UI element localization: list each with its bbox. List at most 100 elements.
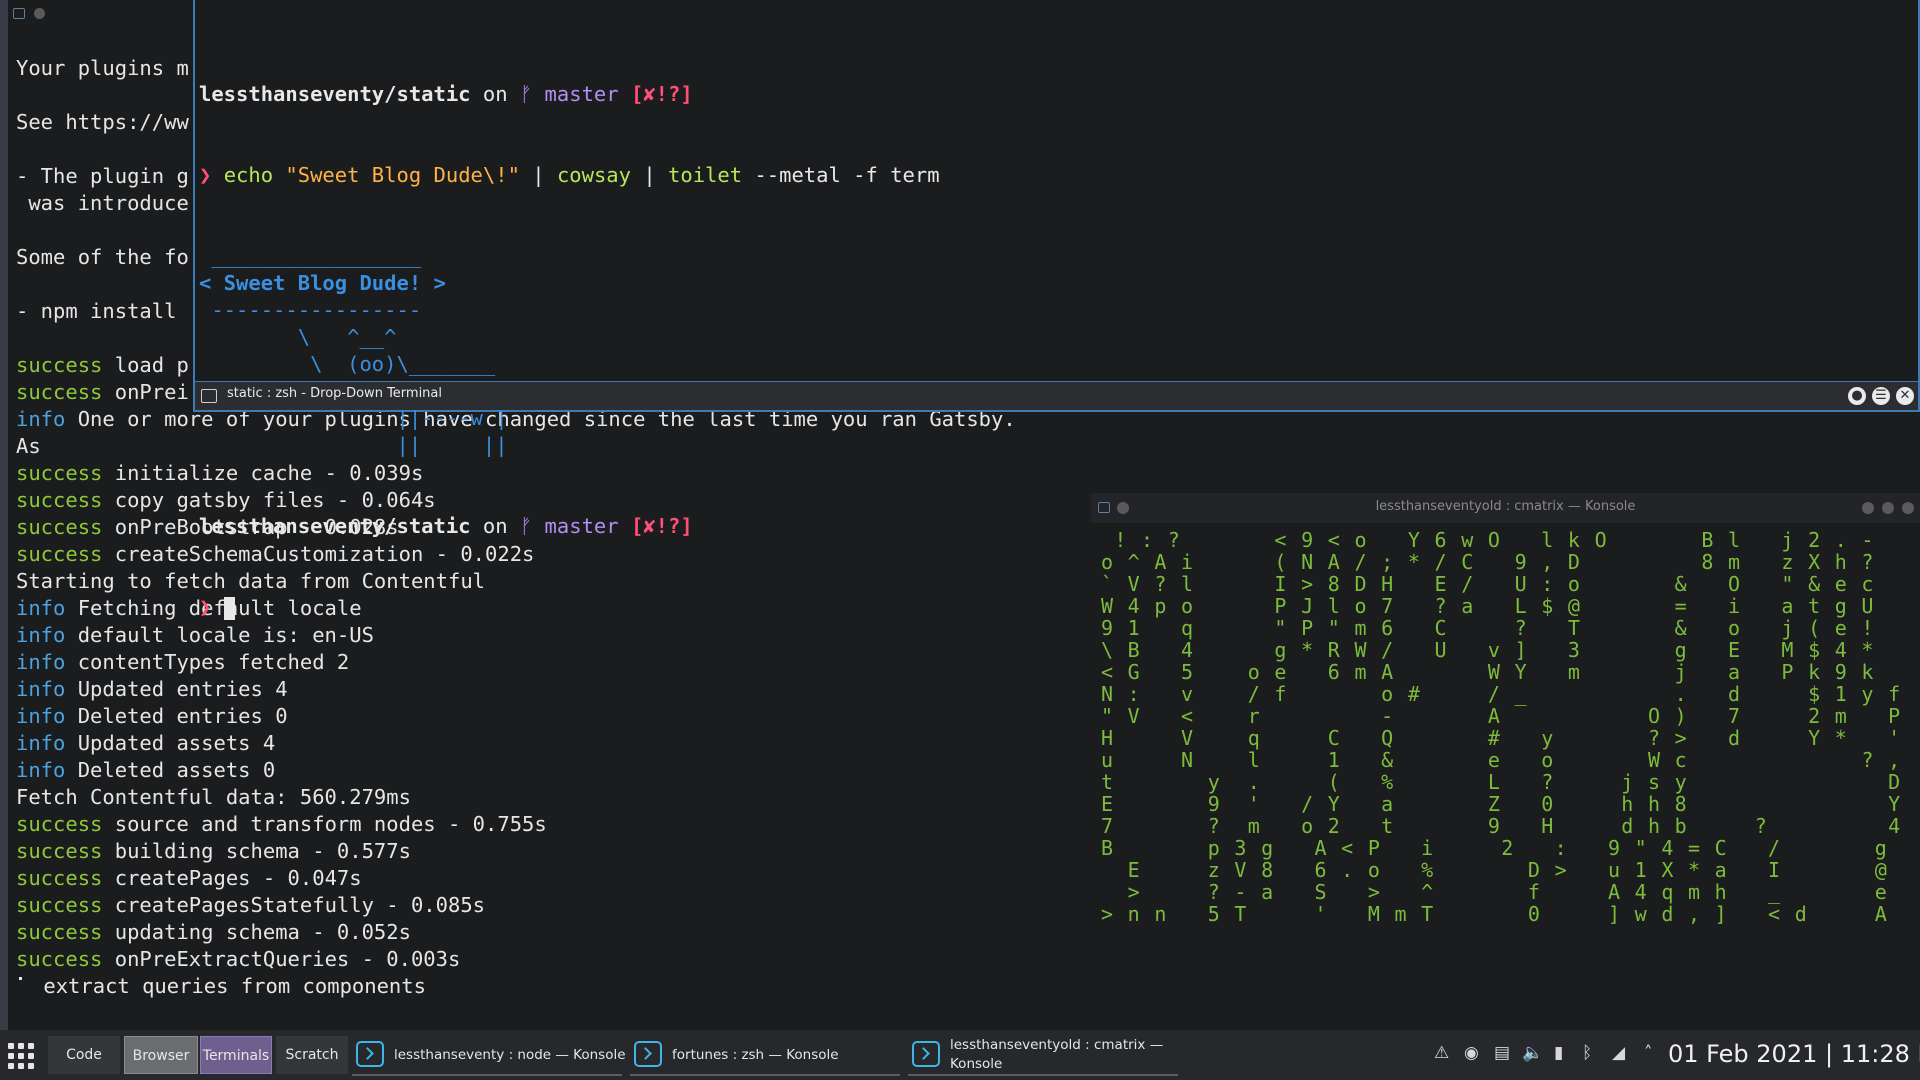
cowsay-line: ----------------- xyxy=(199,298,422,322)
cmatrix-title: lessthanseventyold : cmatrix — Konsole xyxy=(1375,499,1636,514)
cowsay-line: _________________ xyxy=(199,244,422,268)
activity-code-button[interactable]: Code xyxy=(48,1036,120,1074)
log-line: success source and transform nodes - 0.7… xyxy=(16,811,1016,838)
log-text: - The plugin g xyxy=(16,164,189,188)
terminal-icon xyxy=(201,389,217,403)
battery-icon[interactable]: ▮ xyxy=(1554,1043,1563,1063)
log-prefix: success xyxy=(16,353,103,377)
cmd-string: "Sweet Blog Dude\!" xyxy=(285,163,520,187)
taskbar: Code Browser Terminals Scratch lessthans… xyxy=(0,1030,1920,1080)
task-fortunes-konsole[interactable]: fortunes : zsh — Konsole xyxy=(630,1034,900,1076)
activity-terminals-button[interactable]: Terminals xyxy=(200,1036,272,1074)
minimize-button[interactable]: ● xyxy=(1848,387,1866,405)
command-line: ❯ echo "Sweet Blog Dude\!" | cowsay | to… xyxy=(199,162,940,189)
clock[interactable]: 01 Feb 2021 | 11:28 PM xyxy=(1668,1040,1920,1068)
activity-label: Scratch xyxy=(285,1047,339,1063)
task-node-konsole[interactable]: lessthanseventy : node — Konsole xyxy=(352,1034,626,1076)
cowsay-line: \ ^__^ xyxy=(199,325,397,349)
log-text: source and transform nodes - 0.755s xyxy=(102,812,547,836)
log-prefix: info xyxy=(16,623,66,647)
log-prefix: success xyxy=(16,380,103,404)
close-button[interactable] xyxy=(1902,502,1914,514)
log-prefix: success xyxy=(16,542,103,566)
log-line: Fetch Contentful data: 560.279ms xyxy=(16,784,1016,811)
log-line: info Updated entries 4 xyxy=(16,676,1016,703)
log-text: was introduce xyxy=(16,191,189,215)
log-prefix: info xyxy=(16,731,66,755)
activity-browser-button[interactable]: Browser xyxy=(124,1036,198,1074)
prompt-arrow-icon: ❯ xyxy=(199,163,224,187)
notification-icon[interactable]: ⚠ xyxy=(1434,1043,1449,1063)
task-cmatrix-konsole[interactable]: lessthanseventyold : cmatrix — Konsole xyxy=(908,1034,1178,1076)
git-branch-icon: ᚠ xyxy=(519,514,533,538)
prompt-directory: lessthanseventy/static xyxy=(199,514,471,538)
bluetooth-icon[interactable]: ᛒ xyxy=(1582,1043,1592,1063)
log-line: info Updated assets 4 xyxy=(16,730,1016,757)
log-text: Deleted entries 0 xyxy=(65,704,288,728)
prompt-directory: lessthanseventy/static xyxy=(199,82,471,106)
activity-label: Terminals xyxy=(202,1048,270,1064)
matrix-row: > n n 5 T ' M m T 0 ] w d , ] < d A xyxy=(1101,902,1889,926)
minimize-button[interactable] xyxy=(1862,502,1874,514)
dropdown-terminal-output: lessthanseventy/static on ᚠ master [✘!?]… xyxy=(199,27,940,675)
log-line: ⠁ extract queries from components xyxy=(16,973,1016,1000)
log-prefix: info xyxy=(16,407,66,431)
log-prefix: success xyxy=(16,866,103,890)
cmd-cowsay: cowsay xyxy=(556,163,631,187)
activity-label: Code xyxy=(66,1047,102,1063)
git-branch: master xyxy=(532,82,631,106)
log-text: onPreExtractQueries - 0.003s xyxy=(102,947,461,971)
chevron-up-icon[interactable]: ˄ xyxy=(1644,1043,1653,1063)
git-status: [✘!?] xyxy=(630,82,693,106)
clipboard-icon[interactable]: ▤ xyxy=(1494,1043,1510,1063)
app-launcher-icon[interactable] xyxy=(8,1043,38,1069)
maximize-button[interactable] xyxy=(1882,502,1894,514)
close-button[interactable]: ✕ xyxy=(1896,387,1914,405)
log-text: Fetch Contentful data: 560.279ms xyxy=(16,785,411,809)
task-label: lessthanseventy : node — Konsole xyxy=(394,1047,626,1063)
menu-button[interactable]: ☰ xyxy=(1872,387,1890,405)
log-prefix: info xyxy=(16,677,66,701)
log-prefix: info xyxy=(16,650,66,674)
log-line: info Deleted assets 0 xyxy=(16,757,1016,784)
task-label-line1: lessthanseventyold : cmatrix — xyxy=(950,1037,1164,1053)
log-text: See https://ww xyxy=(16,110,189,134)
log-line: success onPreExtractQueries - 0.003s xyxy=(16,946,1016,973)
prompt-on: on xyxy=(470,82,520,106)
log-line: success createPagesStatefully - 0.085s xyxy=(16,892,1016,919)
matrix-rain: ! : ? < 9 < o Y 6 w O l k O B l j 2 . -o… xyxy=(1101,527,1901,1027)
log-text: createPagesStatefully - 0.085s xyxy=(102,893,486,917)
input-line[interactable]: ❯ xyxy=(199,594,940,621)
git-status: [✘!?] xyxy=(630,514,693,538)
log-line: success building schema - 0.577s xyxy=(16,838,1016,865)
cmatrix-titlebar[interactable]: lessthanseventyold : cmatrix — Konsole xyxy=(1091,493,1920,523)
log-line: success updating schema - 0.052s xyxy=(16,919,1016,946)
prompt-line: lessthanseventy/static on ᚠ master [✘!?] xyxy=(199,81,940,108)
volume-icon[interactable]: 🔈 xyxy=(1522,1043,1543,1063)
prompt-arrow-icon: ❯ xyxy=(199,595,224,619)
network-icon[interactable]: ◢ xyxy=(1612,1043,1625,1063)
konsole-icon xyxy=(356,1041,384,1067)
log-text: Your plugins m xyxy=(16,56,189,80)
task-indicator xyxy=(630,1074,900,1076)
log-text: As xyxy=(16,434,41,458)
task-label: lessthanseventyold : cmatrix — Konsole xyxy=(950,1036,1163,1074)
log-prefix: success xyxy=(16,839,103,863)
cowsay-line: \ (oo)\_______ xyxy=(199,352,496,376)
log-prefix: info xyxy=(16,758,66,782)
window-dot-icon xyxy=(34,8,45,19)
activity-label: Browser xyxy=(132,1048,190,1064)
activity-scratch-button[interactable]: Scratch xyxy=(276,1036,348,1074)
task-label: fortunes : zsh — Konsole xyxy=(672,1047,839,1063)
dropdown-terminal-titlebar[interactable]: static : zsh - Drop-Down Terminal ● ☰ ✕ xyxy=(195,381,1918,410)
log-prefix: info xyxy=(16,596,66,620)
dropdown-terminal-window[interactable]: lessthanseventy/static on ᚠ master [✘!?]… xyxy=(193,0,1920,620)
cmatrix-terminal-window[interactable]: lessthanseventyold : cmatrix — Konsole !… xyxy=(1091,493,1920,1030)
cmd-pipe: | xyxy=(519,163,557,187)
cmd-args: --metal -f term xyxy=(742,163,940,187)
task-label-line2: Konsole xyxy=(950,1056,1003,1072)
vpn-icon[interactable]: ◉ xyxy=(1464,1043,1479,1063)
